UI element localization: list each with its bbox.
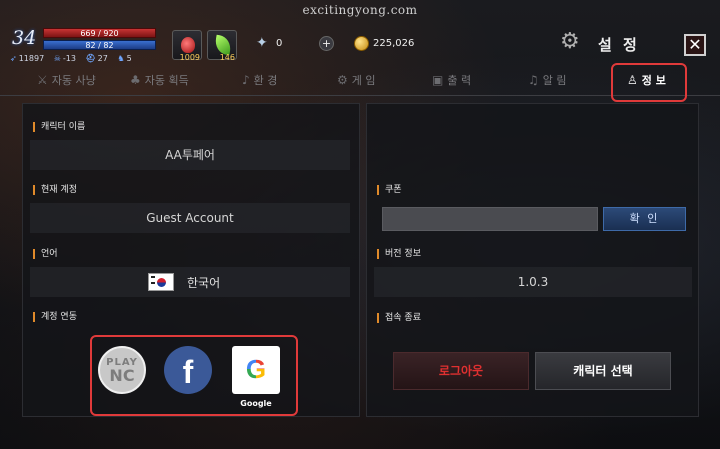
plus-icon[interactable]: + [319, 36, 334, 51]
leaf-count: 146 [219, 53, 235, 62]
tab-auto-hunt[interactable]: ⚔ 자동 사냥 [37, 72, 96, 88]
top-hud: 34 669 / 920 82 / 82 ➶ 11897 ☠ -13 ⛑ 27 ♞ 5 … [0, 22, 720, 68]
tab-auto-loot[interactable]: ♣ 자동 획득 [130, 72, 189, 88]
coupon-label: 쿠폰 [377, 185, 402, 195]
version-value: 1.0.3 [374, 267, 692, 297]
stat-attack: ➶ 11897 [10, 54, 45, 63]
mp-bar: 82 / 82 [43, 40, 156, 50]
attack-icon: ➶ [10, 54, 17, 63]
hp-bar: 669 / 920 [43, 28, 156, 38]
feather-count: 0 [276, 38, 283, 49]
account-link-highlight [90, 335, 298, 416]
tab-output[interactable]: ▣ 출 력 [432, 72, 471, 88]
skull-icon: ☠ [53, 54, 61, 63]
account-value: Guest Account [30, 203, 350, 233]
potion-count: 1009 [179, 53, 200, 62]
stat-defense: ☠ -13 [53, 54, 76, 63]
sword-icon: ⚔ [37, 73, 48, 87]
cube-icon: ▣ [432, 73, 444, 87]
char-name-label: 캐릭터 이름 [33, 122, 85, 132]
leaf-slot[interactable]: 146 [207, 30, 237, 62]
char-name-value: AA투페어 [30, 140, 350, 170]
potion-icon [181, 37, 195, 53]
coin-icon [354, 36, 369, 51]
tab-info-highlight [611, 63, 687, 102]
music-icon: ♪ [242, 73, 250, 87]
coupon-input[interactable] [382, 207, 598, 231]
helmet-icon: ⛑ [85, 54, 96, 63]
potion-slot[interactable]: 1009 [172, 30, 202, 62]
stat-speed: ♞ 5 [117, 54, 132, 63]
account-label: 현재 계정 [33, 185, 77, 195]
language-value: 한국어 [187, 276, 221, 290]
character-level: 34 [12, 27, 37, 49]
tab-environment[interactable]: ♪ 환 경 [242, 72, 277, 88]
gear-icon: ⚙ [337, 73, 348, 87]
tab-notifications[interactable]: ♫ 알 림 [528, 72, 567, 88]
korea-flag-icon [148, 273, 174, 291]
tab-game[interactable]: ⚙ 게 임 [337, 72, 376, 88]
character-select-button[interactable]: 캐릭터 선택 [535, 352, 671, 390]
stat-row: ➶ 11897 ☠ -13 ⛑ 27 ♞ 5 [10, 54, 139, 63]
quit-label: 접속 종료 [377, 313, 421, 323]
version-label: 버전 정보 [377, 249, 421, 259]
logout-button[interactable]: 로그아웃 [393, 352, 529, 390]
bag-icon: ♣ [130, 73, 141, 87]
language-label: 언어 [33, 249, 58, 259]
close-icon[interactable]: ✕ [684, 34, 706, 56]
bell-icon: ♫ [528, 73, 539, 87]
stat-crit: ⛑ 27 [85, 54, 108, 63]
account-link-label: 계정 연동 [33, 312, 77, 322]
confirm-button[interactable]: 확 인 [603, 207, 686, 231]
watermark: excitingyong.com [302, 3, 418, 17]
page-title: 설 정 [598, 36, 640, 54]
feather-icon: ✦ [256, 35, 268, 51]
horse-icon: ♞ [117, 54, 125, 63]
gear-icon: ⚙ [560, 29, 580, 54]
gold-amount: 225,026 [373, 38, 415, 49]
